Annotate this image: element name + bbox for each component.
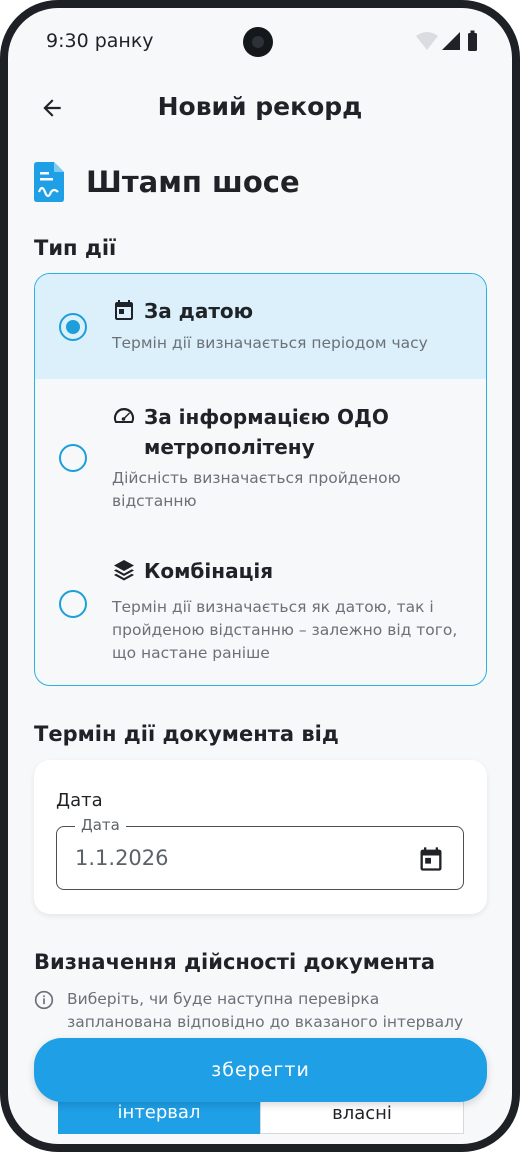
date-card-label: Дата xyxy=(56,790,103,811)
status-bar: 9:30 ранку xyxy=(8,8,512,72)
option-title: За інформацією ОДО метрополітену xyxy=(144,405,389,459)
calendar-icon xyxy=(115,300,133,320)
app-bar: Новий рекорд xyxy=(8,78,512,138)
option-description: Термін дії визначається періодом часу xyxy=(112,334,428,352)
document-heading: Штамп шосе xyxy=(34,160,300,204)
radio-button[interactable] xyxy=(59,590,87,618)
info-icon xyxy=(34,990,54,1010)
option-title: За датою xyxy=(144,299,254,323)
save-button[interactable]: зберегти xyxy=(34,1038,487,1102)
date-value: 1.1.2026 xyxy=(75,846,169,870)
radio-button[interactable] xyxy=(59,444,87,472)
date-card: Дата Дата 1.1.2026 xyxy=(34,760,487,914)
screen: 9:30 ранку Новий рекорд Штамп шосе Тип д… xyxy=(8,8,512,1144)
wifi-icon xyxy=(416,32,438,50)
camera-cutout xyxy=(243,27,273,57)
radio-option-combination[interactable]: Комбінація Термін дії визначається як да… xyxy=(35,534,486,685)
document-title: Штамп шосе xyxy=(86,165,300,199)
layers-icon xyxy=(114,560,134,581)
option-title-row: За датою xyxy=(112,296,253,326)
radio-button-selected[interactable] xyxy=(59,313,87,341)
phone-frame: 9:30 ранку Новий рекорд Штамп шосе Тип д… xyxy=(0,0,520,1152)
action-type-label: Тип дії xyxy=(34,236,117,260)
action-type-radio-group: За датою Термін дії визначається періодо… xyxy=(34,273,487,686)
radio-option-by-date[interactable]: За датою Термін дії визначається періодо… xyxy=(35,274,486,379)
calendar-picker-icon[interactable] xyxy=(417,845,445,873)
status-icons xyxy=(416,30,477,51)
option-description: Термін дії визначається як датою, так і … xyxy=(112,598,458,662)
option-description: Дійсність визначається пройденою відстан… xyxy=(112,469,401,510)
validity-definition-label: Визначення дійсності документа xyxy=(34,950,436,974)
speedometer-icon xyxy=(113,407,135,423)
radio-option-by-odometer[interactable]: За інформацією ОДО метрополітену Дійсніс… xyxy=(35,379,486,534)
signal-icon xyxy=(442,32,460,50)
validity-from-label: Термін дії документа від xyxy=(34,722,339,746)
option-title-row: За інформацією ОДО метрополітену xyxy=(112,402,404,462)
status-time: 9:30 ранку xyxy=(46,30,154,52)
document-icon xyxy=(34,162,64,202)
date-input[interactable]: Дата 1.1.2026 xyxy=(56,816,464,890)
option-title: Комбінація xyxy=(144,559,274,583)
option-title-row: Комбінація xyxy=(112,556,273,586)
battery-icon xyxy=(468,33,477,51)
date-field-legend: Дата xyxy=(75,816,126,834)
page-title: Новий рекорд xyxy=(157,92,363,121)
